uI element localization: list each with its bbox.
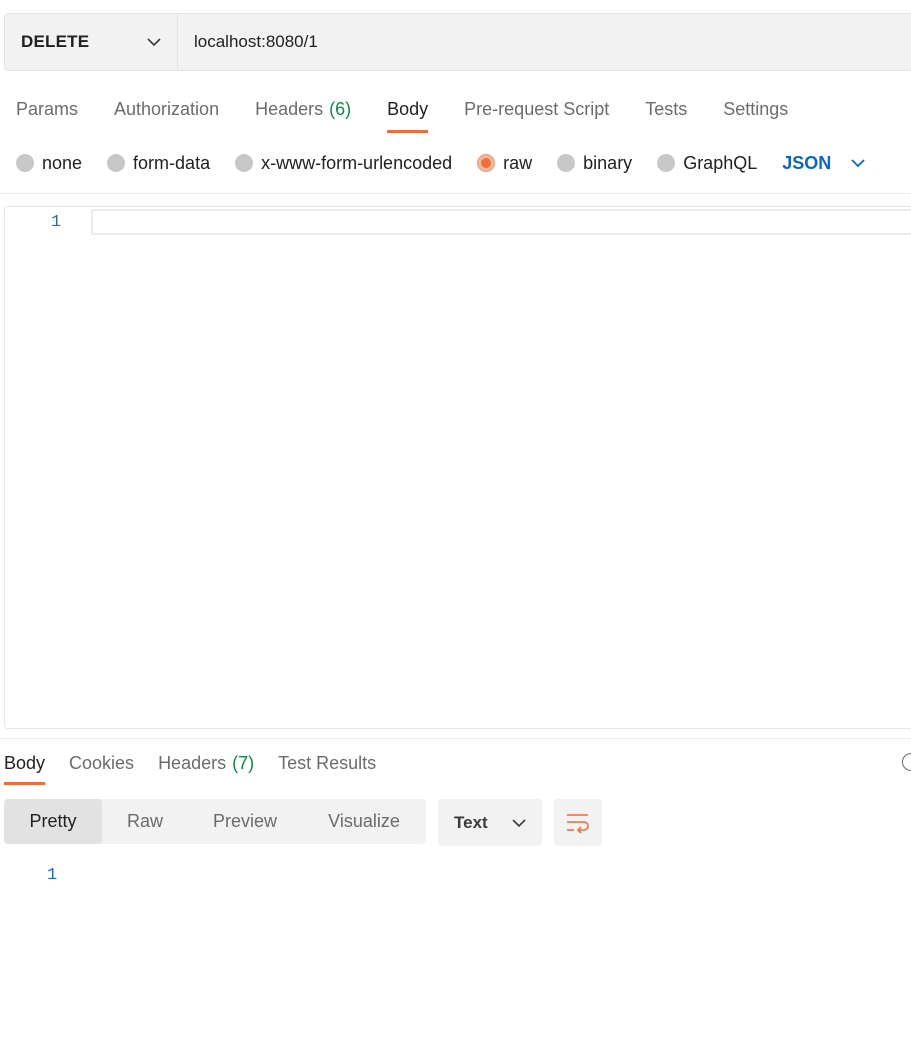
view-preview[interactable]: Preview	[188, 799, 302, 844]
view-label: Preview	[212, 811, 278, 831]
method-label: DELETE	[21, 32, 90, 51]
postman-request-view: DELETE Params Authorization Headers(6) B…	[0, 0, 911, 1057]
radio-button[interactable]	[107, 154, 126, 172]
divider	[0, 193, 911, 194]
radio-form-data[interactable]: form-data	[107, 153, 210, 174]
request-body-editor[interactable]: 1	[4, 206, 911, 729]
wrap-lines-button[interactable]	[554, 799, 602, 846]
view-mode-selector: Pretty Raw Preview Visualize	[4, 799, 426, 844]
tab-response-body[interactable]: Body	[4, 746, 46, 785]
headers-count: (6)	[329, 98, 352, 119]
headers-count: (7)	[232, 752, 255, 773]
response-format-label: Text	[454, 812, 488, 832]
wrap-lines-icon	[567, 813, 589, 834]
chevron-down-icon	[512, 818, 526, 827]
radio-button[interactable]	[16, 154, 34, 172]
view-label: Raw	[126, 811, 163, 831]
radio-label: x-www-form-urlencoded	[261, 152, 453, 173]
radio-label: none	[42, 152, 83, 173]
method-select[interactable]: DELETE	[5, 14, 178, 70]
tab-label: Test Results	[278, 752, 377, 773]
response-line-number: 1	[47, 866, 58, 885]
tab-label: Params	[16, 98, 79, 119]
tab-label: Tests	[645, 98, 688, 119]
raw-format-select[interactable]: JSON	[782, 153, 865, 174]
raw-format-label: JSON	[782, 152, 832, 173]
radio-binary[interactable]: binary	[557, 153, 632, 174]
tab-label: Body	[4, 752, 46, 773]
radio-raw[interactable]: raw	[477, 153, 532, 174]
tab-label: Authorization	[114, 98, 220, 119]
tab-label: Headers	[255, 98, 324, 119]
radio-x-www-form-urlencoded[interactable]: x-www-form-urlencoded	[235, 153, 452, 174]
view-raw[interactable]: Raw	[102, 799, 188, 844]
radio-button[interactable]	[657, 154, 676, 172]
body-type-selector: none form-data x-www-form-urlencoded raw…	[16, 148, 865, 178]
radio-button[interactable]	[557, 154, 576, 172]
tab-settings[interactable]: Settings	[723, 90, 788, 128]
view-visualize[interactable]: Visualize	[302, 799, 426, 844]
radio-button-checked[interactable]	[477, 154, 496, 172]
tab-label: Pre-request Script	[464, 98, 610, 119]
radio-label: form-data	[133, 152, 211, 173]
radio-label: binary	[583, 152, 633, 173]
response-format-select[interactable]: Text	[438, 799, 542, 846]
tab-test-results[interactable]: Test Results	[278, 746, 376, 780]
divider	[0, 738, 911, 739]
view-label: Pretty	[29, 811, 77, 831]
radio-label: raw	[503, 152, 533, 173]
chevron-down-icon	[147, 38, 161, 47]
active-line[interactable]	[91, 209, 911, 235]
tab-headers[interactable]: Headers (6)	[255, 90, 351, 128]
tab-params[interactable]: Params	[16, 90, 78, 128]
tab-label: Body	[387, 98, 429, 119]
line-number: 1	[51, 213, 62, 232]
radio-graphql[interactable]: GraphQL	[657, 153, 757, 174]
view-pretty[interactable]: Pretty	[4, 799, 102, 844]
tab-response-cookies[interactable]: Cookies	[69, 746, 134, 780]
tab-label: Cookies	[69, 752, 135, 773]
view-label: Visualize	[328, 811, 400, 831]
tab-label: Headers	[158, 752, 227, 773]
response-tabs: Body Cookies Headers (7) Test Results	[4, 746, 400, 785]
tab-body[interactable]: Body	[387, 90, 429, 133]
tab-pre-request-script[interactable]: Pre-request Script	[464, 90, 609, 128]
chevron-down-icon	[851, 159, 865, 168]
radio-button[interactable]	[235, 154, 254, 172]
globe-icon[interactable]	[902, 753, 911, 771]
tab-authorization[interactable]: Authorization	[114, 90, 219, 128]
tab-response-headers[interactable]: Headers (7)	[158, 746, 254, 780]
radio-label: GraphQL	[683, 152, 758, 173]
request-bar: DELETE	[4, 13, 911, 71]
url-input[interactable]	[178, 14, 911, 70]
request-tabs: Params Authorization Headers (6) Body Pre…	[16, 90, 824, 134]
tab-label: Settings	[723, 98, 789, 119]
radio-none[interactable]: none	[16, 153, 82, 174]
tab-tests[interactable]: Tests	[645, 90, 687, 128]
